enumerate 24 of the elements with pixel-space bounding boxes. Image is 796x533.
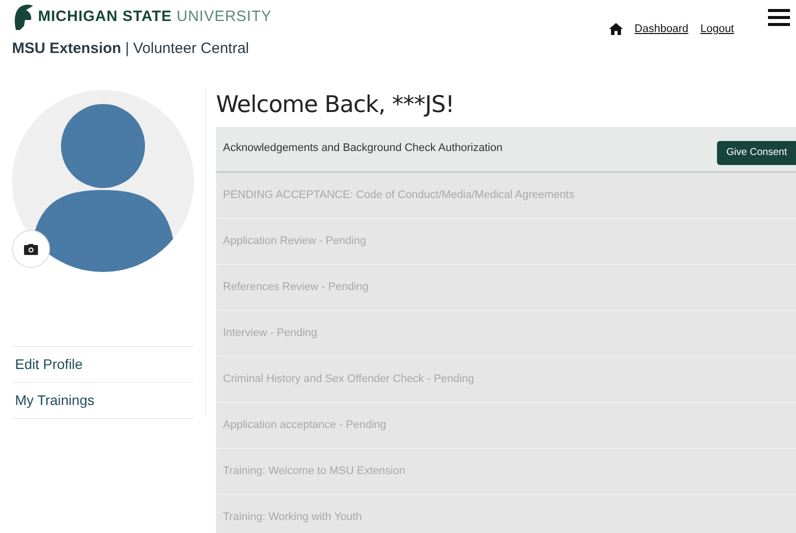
sidebar-link[interactable]: My Trainings [12,383,194,419]
welcome-heading: Welcome Back, ***JS! [216,91,456,120]
step-label: Interview - Pending [223,326,318,341]
site-name: MSU Extension [12,39,122,59]
menu-icon[interactable] [768,9,790,27]
nav-link[interactable]: Logout [700,21,734,38]
nav-link[interactable]: Dashboard [634,21,688,38]
step-label: Acknowledgements and Background Check Authorization [223,141,502,156]
camera-icon [24,244,38,254]
step-label: Training: Welcome to MSU Extension [223,464,406,479]
home-icon[interactable] [608,23,623,36]
give-consent-button[interactable]: Give Consent [717,140,796,164]
step-label: Training: Working with Youth [223,510,362,525]
logo-text: MICHIGAN STATE UNIVERSITY [38,6,272,27]
sidebar-link[interactable]: Edit Profile [12,347,194,383]
step-label: Application Review - Pending [223,234,366,249]
step-label: Application acceptance - Pending [223,418,386,433]
step-label: Criminal History and Sex Offender Check - Pending [223,372,474,387]
helmet-logo-icon [12,4,34,30]
site-subtitle: Volunteer Central [133,39,249,59]
camera-button[interactable] [12,230,50,268]
step-label: PENDING ACCEPTANCE: Code of Conduct/Media/Medical Agreements [223,188,574,203]
separator: | [125,39,130,59]
step-label: References Review - Pending [223,280,369,295]
